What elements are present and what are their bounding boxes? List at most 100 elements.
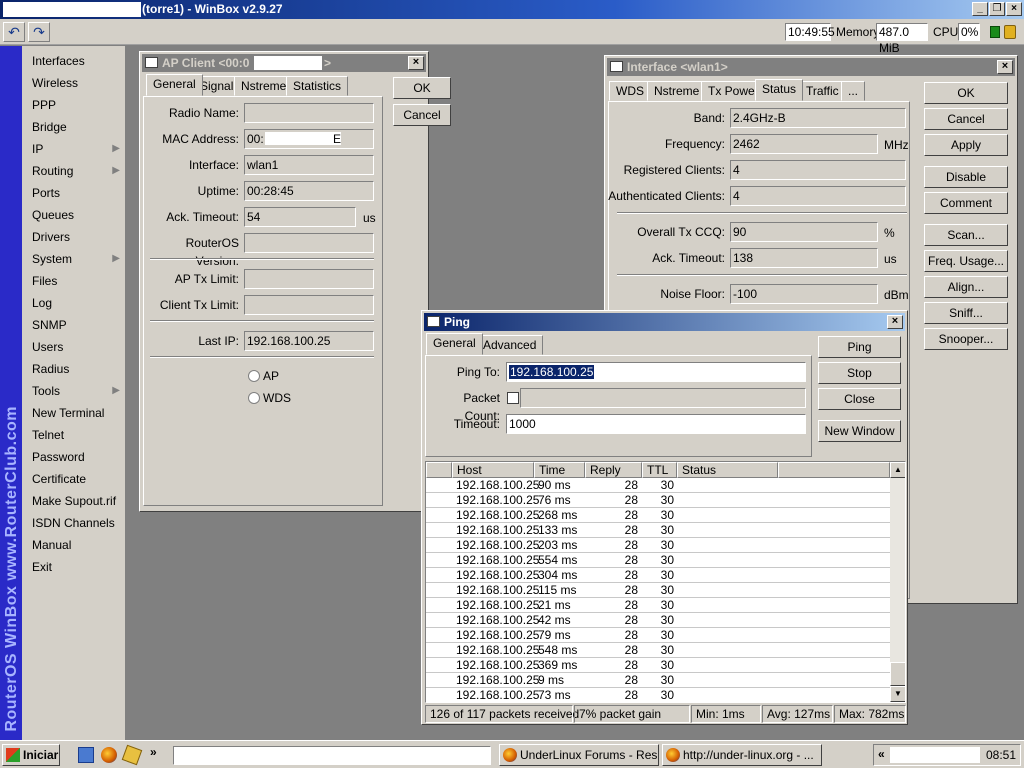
table-row[interactable]: 192.168.100.25 90 ms 28 30: [426, 478, 890, 493]
winbox-icon[interactable]: [121, 744, 143, 766]
start-button[interactable]: Iniciar: [2, 744, 60, 766]
tab-wds[interactable]: WDS: [609, 81, 651, 101]
menu-item-manual[interactable]: Manual: [22, 534, 126, 556]
menu-item-ppp[interactable]: PPP: [22, 94, 126, 116]
cancel-button[interactable]: Cancel: [924, 108, 1008, 130]
menu-item-log[interactable]: Log: [22, 292, 126, 314]
stop-button[interactable]: Stop: [818, 362, 901, 384]
tab-advanced[interactable]: Advanced: [476, 335, 544, 355]
column-header-ttl[interactable]: TTL: [642, 462, 677, 478]
menu-item-drivers[interactable]: Drivers: [22, 226, 126, 248]
ok-button[interactable]: OK: [393, 77, 451, 99]
minimize-button[interactable]: _: [972, 2, 988, 16]
scroll-down-icon[interactable]: ▼: [890, 686, 905, 702]
column-header-time[interactable]: Time: [534, 462, 585, 478]
radio-wds[interactable]: [248, 392, 260, 404]
menu-item-interfaces[interactable]: Interfaces: [22, 50, 126, 72]
task-under-linux-org[interactable]: http://under-linux.org - ...: [662, 744, 822, 766]
table-row[interactable]: 192.168.100.25 79 ms 28 30: [426, 628, 890, 643]
menu-item-bridge[interactable]: Bridge: [22, 116, 126, 138]
tray-expand-icon[interactable]: «: [878, 747, 885, 761]
menu-item-password[interactable]: Password: [22, 446, 126, 468]
restore-button[interactable]: ❐: [989, 2, 1005, 16]
show-desktop-icon[interactable]: [78, 747, 94, 763]
tab-nstreme[interactable]: Nstreme: [234, 76, 294, 96]
comment-button[interactable]: Comment: [924, 192, 1008, 214]
menu-item-exit[interactable]: Exit: [22, 556, 126, 578]
menu-item-make-supout-rif[interactable]: Make Supout.rif: [22, 490, 126, 512]
timeout-input[interactable]: 1000: [506, 414, 806, 434]
table-row[interactable]: 192.168.100.25 304 ms 28 30: [426, 568, 890, 583]
tab-status[interactable]: Status: [755, 79, 804, 101]
disable-button[interactable]: Disable: [924, 166, 1008, 188]
table-row[interactable]: 192.168.100.25 42 ms 28 30: [426, 613, 890, 628]
scroll-thumb[interactable]: [890, 662, 905, 686]
tab-nstreme[interactable]: Nstreme: [647, 81, 707, 101]
menu-item-radius[interactable]: Radius: [22, 358, 126, 380]
undo-icon[interactable]: ↶: [3, 22, 25, 42]
close-icon[interactable]: ×: [408, 56, 424, 70]
table-row[interactable]: 192.168.100.25 268 ms 28 30: [426, 508, 890, 523]
table-row[interactable]: 192.168.100.25 9 ms 28 30: [426, 673, 890, 688]
new-window-button[interactable]: New Window: [818, 420, 901, 442]
snooper-button[interactable]: Snooper...: [924, 328, 1008, 350]
menu-item-routing[interactable]: Routing ▶: [22, 160, 126, 182]
menu-item-isdn-channels[interactable]: ISDN Channels: [22, 512, 126, 534]
firefox-icon[interactable]: [101, 747, 117, 763]
close-icon[interactable]: ×: [997, 60, 1013, 74]
tab-general[interactable]: General: [146, 74, 203, 96]
column-header-host[interactable]: Host: [452, 462, 534, 478]
table-row[interactable]: 192.168.100.25 203 ms 28 30: [426, 538, 890, 553]
menu-item-files[interactable]: Files: [22, 270, 126, 292]
table-row[interactable]: 192.168.100.25 73 ms 28 30: [426, 688, 890, 702]
packet-count-input[interactable]: [520, 388, 806, 408]
menu-item-new-terminal[interactable]: New Terminal: [22, 402, 126, 424]
cell-host: 192.168.100.25: [456, 613, 540, 627]
menu-item-telnet[interactable]: Telnet: [22, 424, 126, 446]
menu-item-system[interactable]: System ▶: [22, 248, 126, 270]
brand-strip: RouterOS WinBox www.RouterClub.com: [0, 46, 22, 740]
chevron-right-icon[interactable]: »: [150, 745, 157, 759]
apply-button[interactable]: Apply: [924, 134, 1008, 156]
freq-usage-button[interactable]: Freq. Usage...: [924, 250, 1008, 272]
menu-item-snmp[interactable]: SNMP: [22, 314, 126, 336]
task-underlinux-forums[interactable]: UnderLinux Forums - Res...: [499, 744, 659, 766]
scroll-up-icon[interactable]: ▲: [890, 462, 905, 478]
tab-statistics[interactable]: Statistics: [286, 76, 349, 96]
menu-item-ip[interactable]: IP ▶: [22, 138, 126, 160]
vertical-scrollbar[interactable]: ▲ ▼: [890, 462, 905, 702]
column-header-reply-size[interactable]: Reply Size: [585, 462, 642, 492]
column-header-status[interactable]: Status: [677, 462, 778, 478]
address-toolbar-input[interactable]: [173, 746, 491, 765]
align-button[interactable]: Align...: [924, 276, 1008, 298]
close-app-button[interactable]: ×: [1006, 2, 1022, 16]
ping-to-input[interactable]: 192.168.100.25: [506, 362, 806, 382]
ok-button[interactable]: OK: [924, 82, 1008, 104]
table-row[interactable]: 192.168.100.25 76 ms 28 30: [426, 493, 890, 508]
tab-general[interactable]: General: [426, 333, 483, 355]
cancel-button[interactable]: Cancel: [393, 104, 451, 126]
packet-count-checkbox[interactable]: [507, 392, 519, 404]
menu-item-users[interactable]: Users: [22, 336, 126, 358]
menu-item-wireless[interactable]: Wireless: [22, 72, 126, 94]
menu-item-tools[interactable]: Tools ▶: [22, 380, 126, 402]
tab-traffic[interactable]: Traffic: [799, 81, 846, 101]
table-row[interactable]: 192.168.100.25 369 ms 28 30: [426, 658, 890, 673]
table-row[interactable]: 192.168.100.25 548 ms 28 30: [426, 643, 890, 658]
table-row[interactable]: 192.168.100.25 115 ms 28 30: [426, 583, 890, 598]
menu-item-certificate[interactable]: Certificate: [22, 468, 126, 490]
ping-button[interactable]: Ping: [818, 336, 901, 358]
ap-client-titlebar: AP Client <00:0 > ×: [142, 54, 426, 72]
menu-item-queues[interactable]: Queues: [22, 204, 126, 226]
radio-ap[interactable]: [248, 370, 260, 382]
close-icon[interactable]: ×: [887, 315, 903, 329]
table-row[interactable]: 192.168.100.25 133 ms 28 30: [426, 523, 890, 538]
menu-item-ports[interactable]: Ports: [22, 182, 126, 204]
scan-button[interactable]: Scan...: [924, 224, 1008, 246]
sniff-button[interactable]: Sniff...: [924, 302, 1008, 324]
redo-icon[interactable]: ↷: [28, 22, 50, 42]
tab-more[interactable]: ...: [841, 81, 866, 101]
close-button[interactable]: Close: [818, 388, 901, 410]
table-row[interactable]: 192.168.100.25 554 ms 28 30: [426, 553, 890, 568]
table-row[interactable]: 192.168.100.25 21 ms 28 30: [426, 598, 890, 613]
